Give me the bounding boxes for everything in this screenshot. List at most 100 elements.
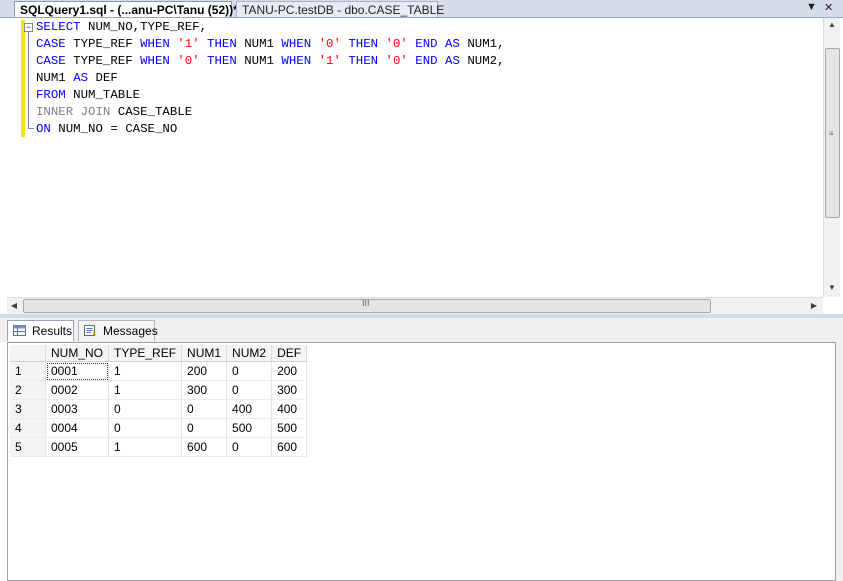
editor-horizontal-scrollbar[interactable]: ◀ III ▶ [7, 297, 823, 314]
sql-text: NUM1 [236, 37, 282, 51]
results-tab-strip: Results Messages [0, 318, 843, 342]
scroll-down-icon[interactable]: ▼ [824, 281, 840, 295]
sql-keyword: INNER JOIN [36, 105, 111, 119]
row-number[interactable]: 2 [10, 380, 46, 400]
query-editor[interactable]: − SELECT NUM_NO,TYPE_REF, CASE TYPE_REF W… [0, 18, 823, 297]
column-header-type-ref[interactable]: TYPE_REF [108, 345, 183, 362]
column-header-num-no[interactable]: NUM_NO [45, 345, 110, 362]
sql-keyword: AS [445, 37, 460, 51]
table-cell[interactable]: 400 [271, 399, 308, 419]
sql-text: TYPE_REF [65, 54, 141, 68]
table-cell[interactable]: 0 [226, 361, 273, 381]
outline-line [28, 32, 29, 128]
horizontal-scroll-thumb[interactable]: III [23, 298, 711, 313]
sql-keyword: WHEN [140, 37, 170, 51]
code-line[interactable]: CASE TYPE_REF WHEN '0' THEN NUM1 WHEN '1… [36, 53, 505, 70]
tab-results[interactable]: Results [7, 320, 74, 341]
results-table: NUM_NO TYPE_REF NUM1 NUM2 DEF 1 0001 1 2… [10, 345, 308, 457]
table-cell[interactable]: 0005 [45, 437, 110, 457]
code-line[interactable]: INNER JOIN CASE_TABLE [36, 104, 505, 121]
table-cell[interactable]: 0002 [45, 380, 110, 400]
table-cell[interactable]: 1 [108, 361, 183, 381]
vertical-scroll-thumb[interactable]: ≡ [825, 48, 840, 218]
row-number[interactable]: 5 [10, 437, 46, 457]
table-cell[interactable]: 0 [108, 399, 183, 419]
table-cell[interactable]: 0004 [45, 418, 110, 438]
table-cell[interactable]: 0 [181, 399, 228, 419]
table-cell[interactable]: 1 [108, 380, 183, 400]
tab-results-label: Results [32, 324, 73, 338]
table-cell[interactable]: 300 [271, 380, 308, 400]
results-grid[interactable]: NUM_NO TYPE_REF NUM1 NUM2 DEF 1 0001 1 2… [7, 342, 836, 581]
close-icon[interactable]: ✕ [824, 1, 833, 14]
grid-icon [13, 325, 26, 336]
sql-keyword: AS [73, 71, 89, 85]
column-header-def[interactable]: DEF [271, 345, 308, 362]
scroll-up-icon[interactable]: ▲ [824, 18, 840, 32]
table-cell[interactable]: 200 [271, 361, 308, 381]
sql-text: DEF [88, 71, 118, 85]
table-row[interactable]: 1 0001 1 200 0 200 [10, 361, 308, 381]
sql-keyword: THEN [207, 54, 237, 68]
tab-case-table[interactable]: TANU-PC.testDB - dbo.CASE_TABLE [236, 1, 444, 17]
table-row[interactable]: 5 0005 1 600 0 600 [10, 437, 308, 457]
row-number[interactable]: 3 [10, 399, 46, 419]
sql-text: NUM1 [36, 71, 74, 85]
sql-keyword: THEN [207, 37, 237, 51]
table-cell[interactable]: 1 [108, 437, 183, 457]
table-cell[interactable]: 0 [226, 437, 273, 457]
sql-keyword: WHEN [281, 37, 312, 51]
table-cell[interactable]: 400 [226, 399, 273, 419]
column-header-num1[interactable]: NUM1 [181, 345, 228, 362]
table-cell[interactable]: 600 [181, 437, 228, 457]
scroll-right-icon[interactable]: ▶ [807, 298, 821, 314]
table-cell[interactable]: 0 [226, 380, 273, 400]
code-line[interactable]: FROM NUM_TABLE [36, 87, 505, 104]
sql-keyword: ON [36, 122, 51, 136]
row-number[interactable]: 4 [10, 418, 46, 438]
tab-sqlquery1[interactable]: SQLQuery1.sql - (...anu-PC\Tanu (52))* [14, 1, 238, 17]
row-number[interactable]: 1 [10, 361, 46, 381]
collapse-icon[interactable]: − [24, 23, 33, 32]
table-cell[interactable]: 0001 [45, 361, 110, 381]
sql-string: '1' [177, 37, 200, 51]
table-cell[interactable]: 500 [271, 418, 308, 438]
column-header-num2[interactable]: NUM2 [226, 345, 273, 362]
sql-text: NUM_NO = CASE_NO [50, 122, 178, 136]
table-cell[interactable]: 0 [108, 418, 183, 438]
table-row[interactable]: 2 0002 1 300 0 300 [10, 380, 308, 400]
code-line[interactable]: NUM1 AS DEF [36, 70, 505, 87]
table-row[interactable]: 4 0004 0 0 500 500 [10, 418, 308, 438]
outline-end [28, 128, 34, 129]
sql-keyword: FROM [36, 88, 66, 102]
sql-text: NUM1 [236, 54, 282, 68]
corner-header[interactable] [10, 345, 46, 362]
code-line[interactable]: SELECT NUM_NO,TYPE_REF, [36, 19, 505, 36]
sql-keyword: CASE [36, 37, 66, 51]
sql-text: NUM2, [459, 54, 505, 68]
grip-icon: ≡ [829, 129, 834, 138]
code-line[interactable]: ON NUM_NO = CASE_NO [36, 121, 505, 138]
code-line[interactable]: CASE TYPE_REF WHEN '1' THEN NUM1 WHEN '0… [36, 36, 505, 53]
scroll-left-icon[interactable]: ◀ [7, 298, 21, 314]
document-tab-bar: SQLQuery1.sql - (...anu-PC\Tanu (52))* T… [0, 0, 843, 18]
editor-vertical-scrollbar[interactable]: ▲ ≡ ▼ [823, 18, 840, 297]
editor-gutter [7, 18, 21, 297]
table-cell[interactable]: 500 [226, 418, 273, 438]
tab-dropdown-icon[interactable]: ▼ [806, 1, 817, 13]
table-cell[interactable]: 300 [181, 380, 228, 400]
sql-keyword: CASE [36, 54, 66, 68]
table-cell[interactable]: 600 [271, 437, 308, 457]
sql-code[interactable]: SELECT NUM_NO,TYPE_REF, CASE TYPE_REF WHE… [36, 19, 505, 138]
table-cell[interactable]: 200 [181, 361, 228, 381]
table-cell[interactable]: 0003 [45, 399, 110, 419]
table-row[interactable]: 3 0003 0 0 400 400 [10, 399, 308, 419]
sql-string: '0' [385, 54, 408, 68]
table-cell[interactable]: 0 [181, 418, 228, 438]
tab-messages[interactable]: Messages [78, 320, 158, 341]
